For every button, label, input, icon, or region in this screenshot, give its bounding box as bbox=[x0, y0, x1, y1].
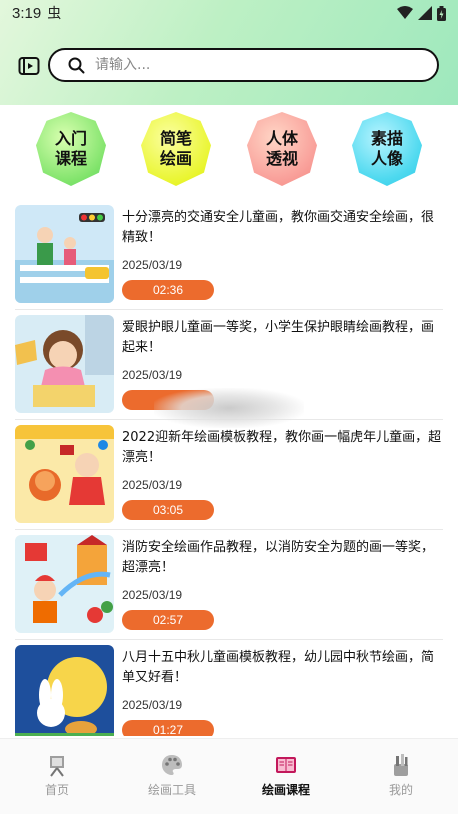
category-label: 人体透视 bbox=[265, 129, 298, 168]
header bbox=[0, 46, 458, 84]
category-intro[interactable]: 入门课程 bbox=[36, 112, 106, 186]
course-item[interactable]: 十分漂亮的交通安全儿童画，教你画交通安全绘画，很精致！ 2025/03/19 0… bbox=[0, 200, 458, 310]
wifi-icon bbox=[397, 6, 413, 19]
tab-drawing-courses[interactable]: 绘画课程 bbox=[236, 753, 336, 803]
course-list: 十分漂亮的交通安全儿童画，教你画交通安全绘画，很精致！ 2025/03/19 0… bbox=[0, 200, 458, 736]
search-input[interactable] bbox=[95, 57, 395, 73]
course-date: 2025/03/19 bbox=[122, 588, 183, 602]
duration-badge: 02:57 bbox=[122, 610, 214, 630]
book-icon bbox=[276, 757, 296, 773]
course-date: 2025/03/19 bbox=[122, 698, 183, 712]
video-icon[interactable] bbox=[18, 55, 40, 77]
status-bar: 3:19 虫 bbox=[0, 0, 458, 26]
search-icon bbox=[68, 57, 85, 73]
tab-label: 绘画课程 bbox=[261, 783, 310, 797]
course-date: 2025/03/19 bbox=[122, 478, 183, 492]
duration-badge: 02:36 bbox=[122, 280, 214, 300]
tab-label: 我的 bbox=[388, 783, 413, 797]
course-thumbnail bbox=[15, 645, 114, 736]
course-title: 八月十五中秋儿童画模板教程，幼儿园中秋节绘画，简单又好看！ bbox=[122, 650, 435, 685]
loading-indicator bbox=[154, 388, 304, 428]
category-label: 入门课程 bbox=[54, 129, 87, 168]
course-date: 2025/03/19 bbox=[122, 258, 183, 272]
bottom-tab-bar: 首页 绘画工具 绘画课程 我的 bbox=[0, 738, 458, 814]
search-bar[interactable] bbox=[48, 48, 439, 82]
debug-icon: 虫 bbox=[47, 6, 62, 22]
course-item[interactable]: 八月十五中秋儿童画模板教程，幼儿园中秋节绘画，简单又好看！ 2025/03/19… bbox=[0, 640, 458, 736]
course-thumbnail bbox=[15, 205, 114, 303]
tab-home[interactable]: 首页 bbox=[7, 753, 107, 803]
course-thumbnail bbox=[15, 425, 114, 523]
battery-icon bbox=[437, 5, 446, 21]
category-row: 入门课程 简笔绘画 人体透视 素描人像 bbox=[0, 112, 458, 192]
duration-badge: 03:05 bbox=[122, 500, 214, 520]
easel-icon bbox=[50, 756, 64, 777]
tab-label: 绘画工具 bbox=[147, 783, 196, 797]
course-title: 爱眼护眼儿童画一等奖，小学生保护眼睛绘画教程，画起来！ bbox=[122, 320, 435, 355]
tab-drawing-tools[interactable]: 绘画工具 bbox=[122, 753, 222, 803]
pencil-cup-icon bbox=[394, 754, 408, 776]
palette-icon bbox=[162, 755, 182, 775]
signal-icon bbox=[418, 6, 432, 20]
category-body-perspective[interactable]: 人体透视 bbox=[247, 112, 317, 186]
category-label: 素描人像 bbox=[370, 129, 403, 168]
category-simple-drawing[interactable]: 简笔绘画 bbox=[141, 112, 211, 186]
category-label: 简笔绘画 bbox=[159, 129, 192, 168]
course-date: 2025/03/19 bbox=[122, 368, 183, 382]
duration-badge: 01:27 bbox=[122, 720, 214, 736]
course-item[interactable]: 消防安全绘画作品教程，以消防安全为题的画一等奖，超漂亮！ 2025/03/19 … bbox=[0, 530, 458, 640]
course-title: 消防安全绘画作品教程，以消防安全为题的画一等奖，超漂亮！ bbox=[122, 540, 435, 575]
tab-label: 首页 bbox=[44, 783, 69, 797]
category-sketch-portrait[interactable]: 素描人像 bbox=[352, 112, 422, 186]
course-title: 2022迎新年绘画模板教程，教你画一幅虎年儿童画，超漂亮！ bbox=[122, 430, 442, 465]
course-title: 十分漂亮的交通安全儿童画，教你画交通安全绘画，很精致！ bbox=[122, 210, 435, 245]
status-time: 3:19 bbox=[12, 4, 42, 22]
course-thumbnail bbox=[15, 315, 114, 413]
course-thumbnail bbox=[15, 535, 114, 633]
course-item[interactable]: 2022迎新年绘画模板教程，教你画一幅虎年儿童画，超漂亮！ 2025/03/19… bbox=[0, 420, 458, 530]
tab-profile[interactable]: 我的 bbox=[351, 753, 451, 803]
